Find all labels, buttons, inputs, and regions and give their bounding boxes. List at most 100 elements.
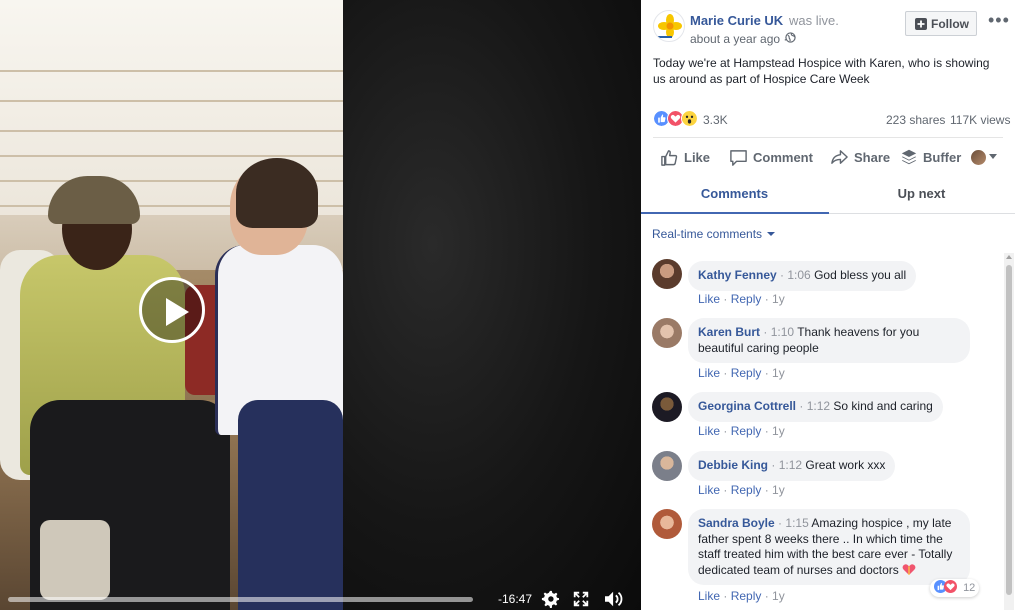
settings-icon[interactable] xyxy=(541,590,559,608)
comment-age[interactable]: 1y xyxy=(772,366,785,380)
comment-actions: Like · Reply · 1y xyxy=(698,366,785,380)
comment-bubble: Sandra Boyle · 1:15 Amazing hospice , my… xyxy=(688,509,970,585)
divider xyxy=(653,137,1003,138)
avatar[interactable] xyxy=(652,451,682,481)
comment-author[interactable]: Georgina Cottrell xyxy=(698,399,796,413)
comment-text: Thank heavens for you xyxy=(797,325,920,339)
comment-button[interactable]: Comment xyxy=(729,148,819,168)
comment-timestamp[interactable]: · 1:06 xyxy=(780,268,811,282)
wow-reaction-icon xyxy=(681,110,698,127)
comment-age[interactable]: 1y xyxy=(772,424,785,438)
comment-reply-link[interactable]: Reply xyxy=(731,589,762,603)
share-icon xyxy=(831,150,848,164)
avatar[interactable] xyxy=(652,259,682,289)
play-button[interactable] xyxy=(139,277,205,343)
remaining-time: -16:47 xyxy=(498,592,533,606)
comment-reply-link[interactable]: Reply xyxy=(731,292,762,306)
comment-like-link[interactable]: Like xyxy=(698,424,720,438)
realtime-comments-label: Real-time comments xyxy=(652,227,763,241)
comment-reaction-count: 12 xyxy=(963,582,976,594)
comment-text: Amazing hospice , my late xyxy=(811,516,952,530)
volume-icon[interactable] xyxy=(603,590,625,608)
like-button[interactable]: Like xyxy=(660,148,720,168)
buffer-icon xyxy=(901,149,917,165)
comment-reply-link[interactable]: Reply xyxy=(731,366,762,380)
avatar[interactable] xyxy=(652,509,682,539)
comment-author[interactable]: Debbie King xyxy=(698,458,768,472)
comment-author[interactable]: Sandra Boyle xyxy=(698,516,775,530)
comment-author[interactable]: Karen Burt xyxy=(698,325,760,339)
more-icon[interactable]: ••• xyxy=(988,10,1010,31)
comment-text: So kind and caring xyxy=(833,399,933,413)
comment-bubble: Karen Burt · 1:10 Thank heavens for you … xyxy=(688,318,970,363)
scroll-up-arrow[interactable] xyxy=(1006,255,1012,259)
tab-comments[interactable]: Comments xyxy=(641,186,828,201)
post-panel: Marie Curie UK was live. about a year ag… xyxy=(641,0,1015,610)
active-tab-indicator xyxy=(641,212,829,214)
comment-text: Great work xxx xyxy=(805,458,886,472)
comment-like-link[interactable]: Like xyxy=(698,589,720,603)
comment-actions: Like · Reply · 1y xyxy=(698,292,785,306)
comment-like-link[interactable]: Like xyxy=(698,483,720,497)
globe-icon xyxy=(785,32,796,43)
comment-author[interactable]: Kathy Fenney xyxy=(698,268,777,282)
comment-icon xyxy=(730,150,747,166)
comment-timestamp[interactable]: · 1:15 xyxy=(778,516,809,530)
scroll-thumb[interactable] xyxy=(1006,265,1012,595)
comment-text: God bless you all xyxy=(814,268,907,282)
video-player[interactable]: -16:47 xyxy=(0,0,641,610)
comment-reactions[interactable]: 12 xyxy=(930,579,980,597)
comment-bubble: Kathy Fenney · 1:06 God bless you all xyxy=(688,261,917,291)
realtime-comments-dropdown[interactable]: Real-time comments xyxy=(652,227,776,241)
comment-timestamp[interactable]: · 1:10 xyxy=(763,325,794,339)
comment-like-link[interactable]: Like xyxy=(698,366,720,380)
share-button[interactable]: Share xyxy=(830,148,895,168)
thumbs-up-icon xyxy=(661,150,678,166)
follow-plus-icon xyxy=(915,18,927,30)
comment-age[interactable]: 1y xyxy=(772,292,785,306)
comment-reply-link[interactable]: Reply xyxy=(731,424,762,438)
comment-actions: Like · Reply · 1y xyxy=(698,424,785,438)
comment-like-link[interactable]: Like xyxy=(698,292,720,306)
comment-text-line4: dedicated team of nurses and doctors xyxy=(698,562,899,577)
comment-timestamp[interactable]: · 1:12 xyxy=(771,458,802,472)
fullscreen-icon[interactable] xyxy=(572,590,590,608)
comment-text-line2: father spent 8 weeks there .. In which t… xyxy=(698,531,943,546)
comment-actions: Like · Reply · 1y xyxy=(698,589,785,603)
caret-down-icon[interactable] xyxy=(989,154,997,159)
shares-count[interactable]: 223 shares xyxy=(886,113,945,127)
comment-timestamp[interactable]: · 1:12 xyxy=(799,399,830,413)
caret-down-icon xyxy=(767,232,776,236)
post-text: Today we're at Hampstead Hospice with Ka… xyxy=(653,56,990,86)
video-controls: -16:47 xyxy=(0,585,641,610)
comment-text-line2: beautiful caring people xyxy=(698,340,819,355)
buffer-button[interactable]: Buffer xyxy=(900,148,965,168)
share-as-avatar[interactable] xyxy=(971,150,986,165)
comment-actions: Like · Reply · 1y xyxy=(698,483,785,497)
follow-label: Follow xyxy=(931,17,969,31)
post-timestamp[interactable]: about a year ago · xyxy=(690,32,787,46)
avatar[interactable] xyxy=(652,392,682,422)
comment-label: Comment xyxy=(753,150,813,165)
progress-bar[interactable] xyxy=(8,597,473,602)
avatar[interactable] xyxy=(652,318,682,348)
comment-reply-link[interactable]: Reply xyxy=(731,483,762,497)
comment-bubble: Debbie King · 1:12 Great work xxx xyxy=(688,451,896,481)
follow-button[interactable]: Follow xyxy=(905,11,977,36)
page-name-link[interactable]: Marie Curie UK xyxy=(690,13,783,28)
comments-scrollbar[interactable] xyxy=(1004,253,1014,610)
comment-age[interactable]: 1y xyxy=(772,589,785,603)
comment-text-line3: staff treated him with the best care eve… xyxy=(698,547,953,561)
video-dark-area xyxy=(343,0,641,610)
comment-age[interactable]: 1y xyxy=(772,483,785,497)
buffer-label: Buffer xyxy=(923,150,962,165)
live-status: was live. xyxy=(789,13,839,28)
tab-up-next[interactable]: Up next xyxy=(828,186,1015,201)
page-avatar[interactable] xyxy=(653,10,685,42)
reaction-count: 3.3K xyxy=(703,113,728,127)
comment-bubble: Georgina Cottrell · 1:12 So kind and car… xyxy=(688,392,943,422)
views-count: 117K views xyxy=(950,113,1011,127)
like-label: Like xyxy=(684,150,711,165)
play-icon xyxy=(166,298,189,326)
daffodil-logo xyxy=(658,14,682,38)
